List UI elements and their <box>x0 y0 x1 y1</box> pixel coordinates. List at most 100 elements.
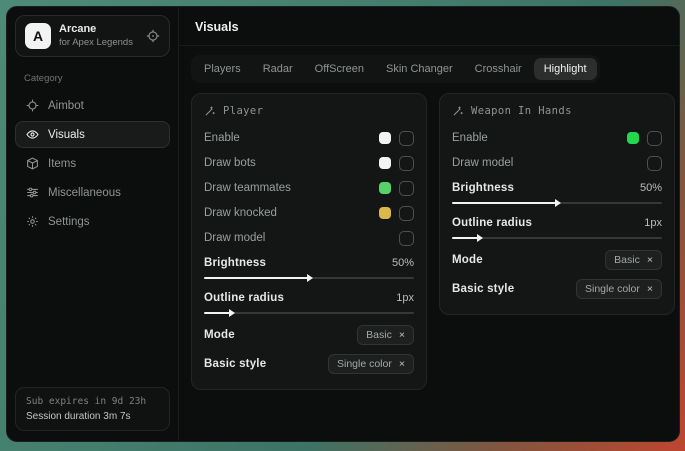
setting-label: Draw knocked <box>204 207 277 219</box>
setting-label: Draw model <box>204 232 265 244</box>
tab-skin-changer[interactable]: Skin Changer <box>376 58 463 80</box>
toggle-row: Draw knocked <box>204 205 414 221</box>
cube-icon <box>26 157 39 170</box>
slider[interactable] <box>204 312 414 314</box>
sidebar-item-visuals[interactable]: Visuals <box>15 121 170 148</box>
slider-value: 50% <box>640 182 662 194</box>
checkbox[interactable] <box>399 131 414 146</box>
checkbox[interactable] <box>399 206 414 221</box>
tag-row: Basic style Single color × <box>452 279 662 299</box>
app-window: A Arcane for Apex Legends Category Aimbo… <box>6 6 680 442</box>
setting-label: Outline radius <box>452 217 532 229</box>
slider-row: Outline radius 1px <box>452 215 662 239</box>
setting-label: Basic style <box>452 283 514 295</box>
desktop-background: A Arcane for Apex Legends Category Aimbo… <box>0 0 685 451</box>
sidebar: A Arcane for Apex Legends Category Aimbo… <box>7 7 179 441</box>
slider-row: Brightness 50% <box>452 180 662 204</box>
tab-radar[interactable]: Radar <box>253 58 303 80</box>
setting-label: Draw teammates <box>204 182 291 194</box>
tab-players[interactable]: Players <box>194 58 251 80</box>
sidebar-item-miscellaneous[interactable]: Miscellaneous <box>15 179 170 206</box>
session-duration-text: Session duration 3m 7s <box>26 411 159 422</box>
tag-label: Basic <box>614 254 640 266</box>
slider-thumb[interactable] <box>477 234 483 242</box>
sidebar-item-label: Miscellaneous <box>48 187 121 199</box>
setting-label: Mode <box>204 329 235 341</box>
tag-row: Mode Basic × <box>204 325 414 345</box>
slider-value: 50% <box>392 257 414 269</box>
checkbox[interactable] <box>399 231 414 246</box>
setting-label: Enable <box>204 132 240 144</box>
setting-label: Brightness <box>204 257 266 269</box>
setting-label: Brightness <box>452 182 514 194</box>
slider-row: Outline radius 1px <box>204 290 414 314</box>
selected-option-tag[interactable]: Basic × <box>605 250 662 270</box>
app-subtitle: for Apex Legends <box>59 37 138 49</box>
panel-player: Player Enable Draw bots Draw teammates D… <box>191 93 427 390</box>
sidebar-item-items[interactable]: Items <box>15 150 170 177</box>
wand-icon <box>204 105 216 117</box>
toggle-row: Enable <box>452 130 662 146</box>
sidebar-item-label: Items <box>48 158 76 170</box>
selected-option-tag[interactable]: Basic × <box>357 325 414 345</box>
color-swatch[interactable] <box>379 182 391 194</box>
sidebar-item-aimbot[interactable]: Aimbot <box>15 92 170 119</box>
toggle-row: Draw model <box>452 155 662 171</box>
color-swatch[interactable] <box>379 132 391 144</box>
category-label: Category <box>24 73 161 84</box>
tag-label: Single color <box>585 283 640 295</box>
crosshair-icon <box>26 99 39 112</box>
setting-label: Draw model <box>452 157 513 169</box>
setting-label: Draw bots <box>204 157 256 169</box>
slider-thumb[interactable] <box>229 309 235 317</box>
panels-container: Player Enable Draw bots Draw teammates D… <box>179 83 679 390</box>
sidebar-item-label: Aimbot <box>48 100 84 112</box>
slider[interactable] <box>452 202 662 204</box>
tab-offscreen[interactable]: OffScreen <box>305 58 374 80</box>
eye-icon <box>26 128 39 141</box>
checkbox[interactable] <box>647 131 662 146</box>
selected-option-tag[interactable]: Single color × <box>328 354 414 374</box>
checkbox[interactable] <box>399 181 414 196</box>
panel-weapon-in-hands: Weapon In Hands Enable Draw model Bright… <box>439 93 675 315</box>
remove-icon[interactable]: × <box>399 330 405 341</box>
remove-icon[interactable]: × <box>399 359 405 370</box>
selected-option-tag[interactable]: Single color × <box>576 279 662 299</box>
tab-crosshair[interactable]: Crosshair <box>465 58 532 80</box>
setting-label: Enable <box>452 132 488 144</box>
toggle-row: Draw bots <box>204 155 414 171</box>
tag-label: Single color <box>337 358 392 370</box>
remove-icon[interactable]: × <box>647 284 653 295</box>
checkbox[interactable] <box>399 156 414 171</box>
sub-expiry-text: Sub expires in 9d 23h <box>26 396 159 407</box>
remove-icon[interactable]: × <box>647 255 653 266</box>
slider-row: Brightness 50% <box>204 255 414 279</box>
sidebar-item-label: Settings <box>48 216 90 228</box>
checkbox[interactable] <box>647 156 662 171</box>
setting-label: Mode <box>452 254 483 266</box>
tab-highlight[interactable]: Highlight <box>534 58 597 80</box>
panel-title: Weapon In Hands <box>471 105 572 117</box>
sidebar-nav: Aimbot Visuals Items Miscellaneous Setti… <box>15 92 170 237</box>
slider-thumb[interactable] <box>307 274 313 282</box>
tab-bar: PlayersRadarOffScreenSkin ChangerCrossha… <box>191 55 600 83</box>
slider[interactable] <box>452 237 662 239</box>
slider-value: 1px <box>644 217 662 229</box>
tag-label: Basic <box>366 329 392 341</box>
sidebar-item-settings[interactable]: Settings <box>15 208 170 235</box>
app-logo: A <box>25 23 51 49</box>
app-title: Arcane <box>59 23 138 37</box>
page-title: Visuals <box>179 7 679 46</box>
logo-card: A Arcane for Apex Legends <box>15 15 170 57</box>
slider[interactable] <box>204 277 414 279</box>
panel-title: Player <box>223 105 263 117</box>
subscription-card: Sub expires in 9d 23h Session duration 3… <box>15 387 170 431</box>
color-swatch[interactable] <box>627 132 639 144</box>
toggle-row: Enable <box>204 130 414 146</box>
color-swatch[interactable] <box>379 207 391 219</box>
slider-thumb[interactable] <box>555 199 561 207</box>
target-icon[interactable] <box>146 29 160 43</box>
toggle-row: Draw teammates <box>204 180 414 196</box>
color-swatch[interactable] <box>379 157 391 169</box>
setting-label: Outline radius <box>204 292 284 304</box>
